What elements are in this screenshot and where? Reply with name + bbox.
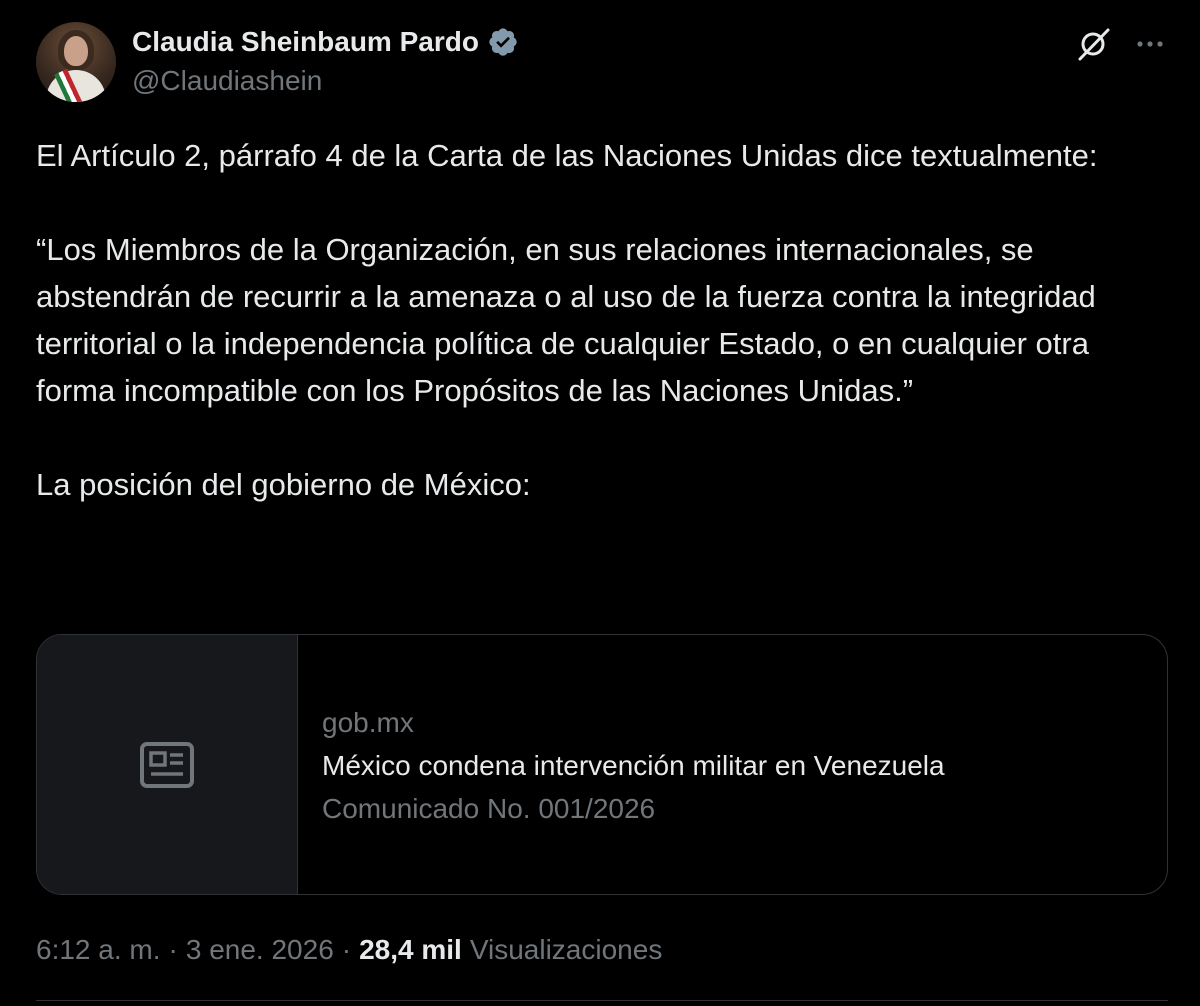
divider <box>36 1000 1168 1001</box>
author-handle[interactable]: @Claudiashein <box>132 63 519 99</box>
link-card-title: México condena intervención militar en V… <box>322 750 945 781</box>
more-options-icon[interactable] <box>1132 26 1168 62</box>
link-card-info[interactable]: gob.mx México condena intervención milit… <box>298 635 945 894</box>
avatar[interactable] <box>36 22 116 102</box>
tweet-text: El Artículo 2, párrafo 4 de la Carta de … <box>36 132 1176 508</box>
grok-icon[interactable] <box>1076 26 1112 62</box>
author-name-row[interactable]: Claudia Sheinbaum Pardo <box>132 24 519 60</box>
author-display-name[interactable]: Claudia Sheinbaum Pardo <box>132 24 479 60</box>
news-article-icon <box>140 741 194 788</box>
meta-separator: · <box>168 934 178 965</box>
link-card-thumbnail[interactable] <box>37 635 298 894</box>
tweet-time[interactable]: 6:12 a. m. <box>36 930 161 970</box>
verified-badge-icon[interactable] <box>487 26 519 58</box>
tweet-meta: 6:12 a. m. · 3 ene. 2026 · 28,4 mil Visu… <box>36 930 662 970</box>
views-count[interactable]: 28,4 mil <box>359 930 462 970</box>
link-card[interactable]: gob.mx México condena intervención milit… <box>36 634 1168 895</box>
tweet: Claudia Sheinbaum Pardo @Claudiashein El… <box>0 0 1200 1006</box>
tweet-paragraph: El Artículo 2, párrafo 4 de la Carta de … <box>36 138 1098 173</box>
meta-separator: · <box>341 934 352 965</box>
author-block: Claudia Sheinbaum Pardo @Claudiashein <box>132 24 519 99</box>
tweet-date[interactable]: 3 ene. 2026 <box>186 930 334 970</box>
tweet-paragraph: “Los Miembros de la Organización, en sus… <box>36 232 1096 408</box>
link-card-description: Comunicado No. 001/2026 <box>322 793 656 824</box>
views-label[interactable]: Visualizaciones <box>470 930 663 970</box>
link-card-domain: gob.mx <box>322 707 414 738</box>
tweet-paragraph: La posición del gobierno de México: <box>36 467 531 502</box>
